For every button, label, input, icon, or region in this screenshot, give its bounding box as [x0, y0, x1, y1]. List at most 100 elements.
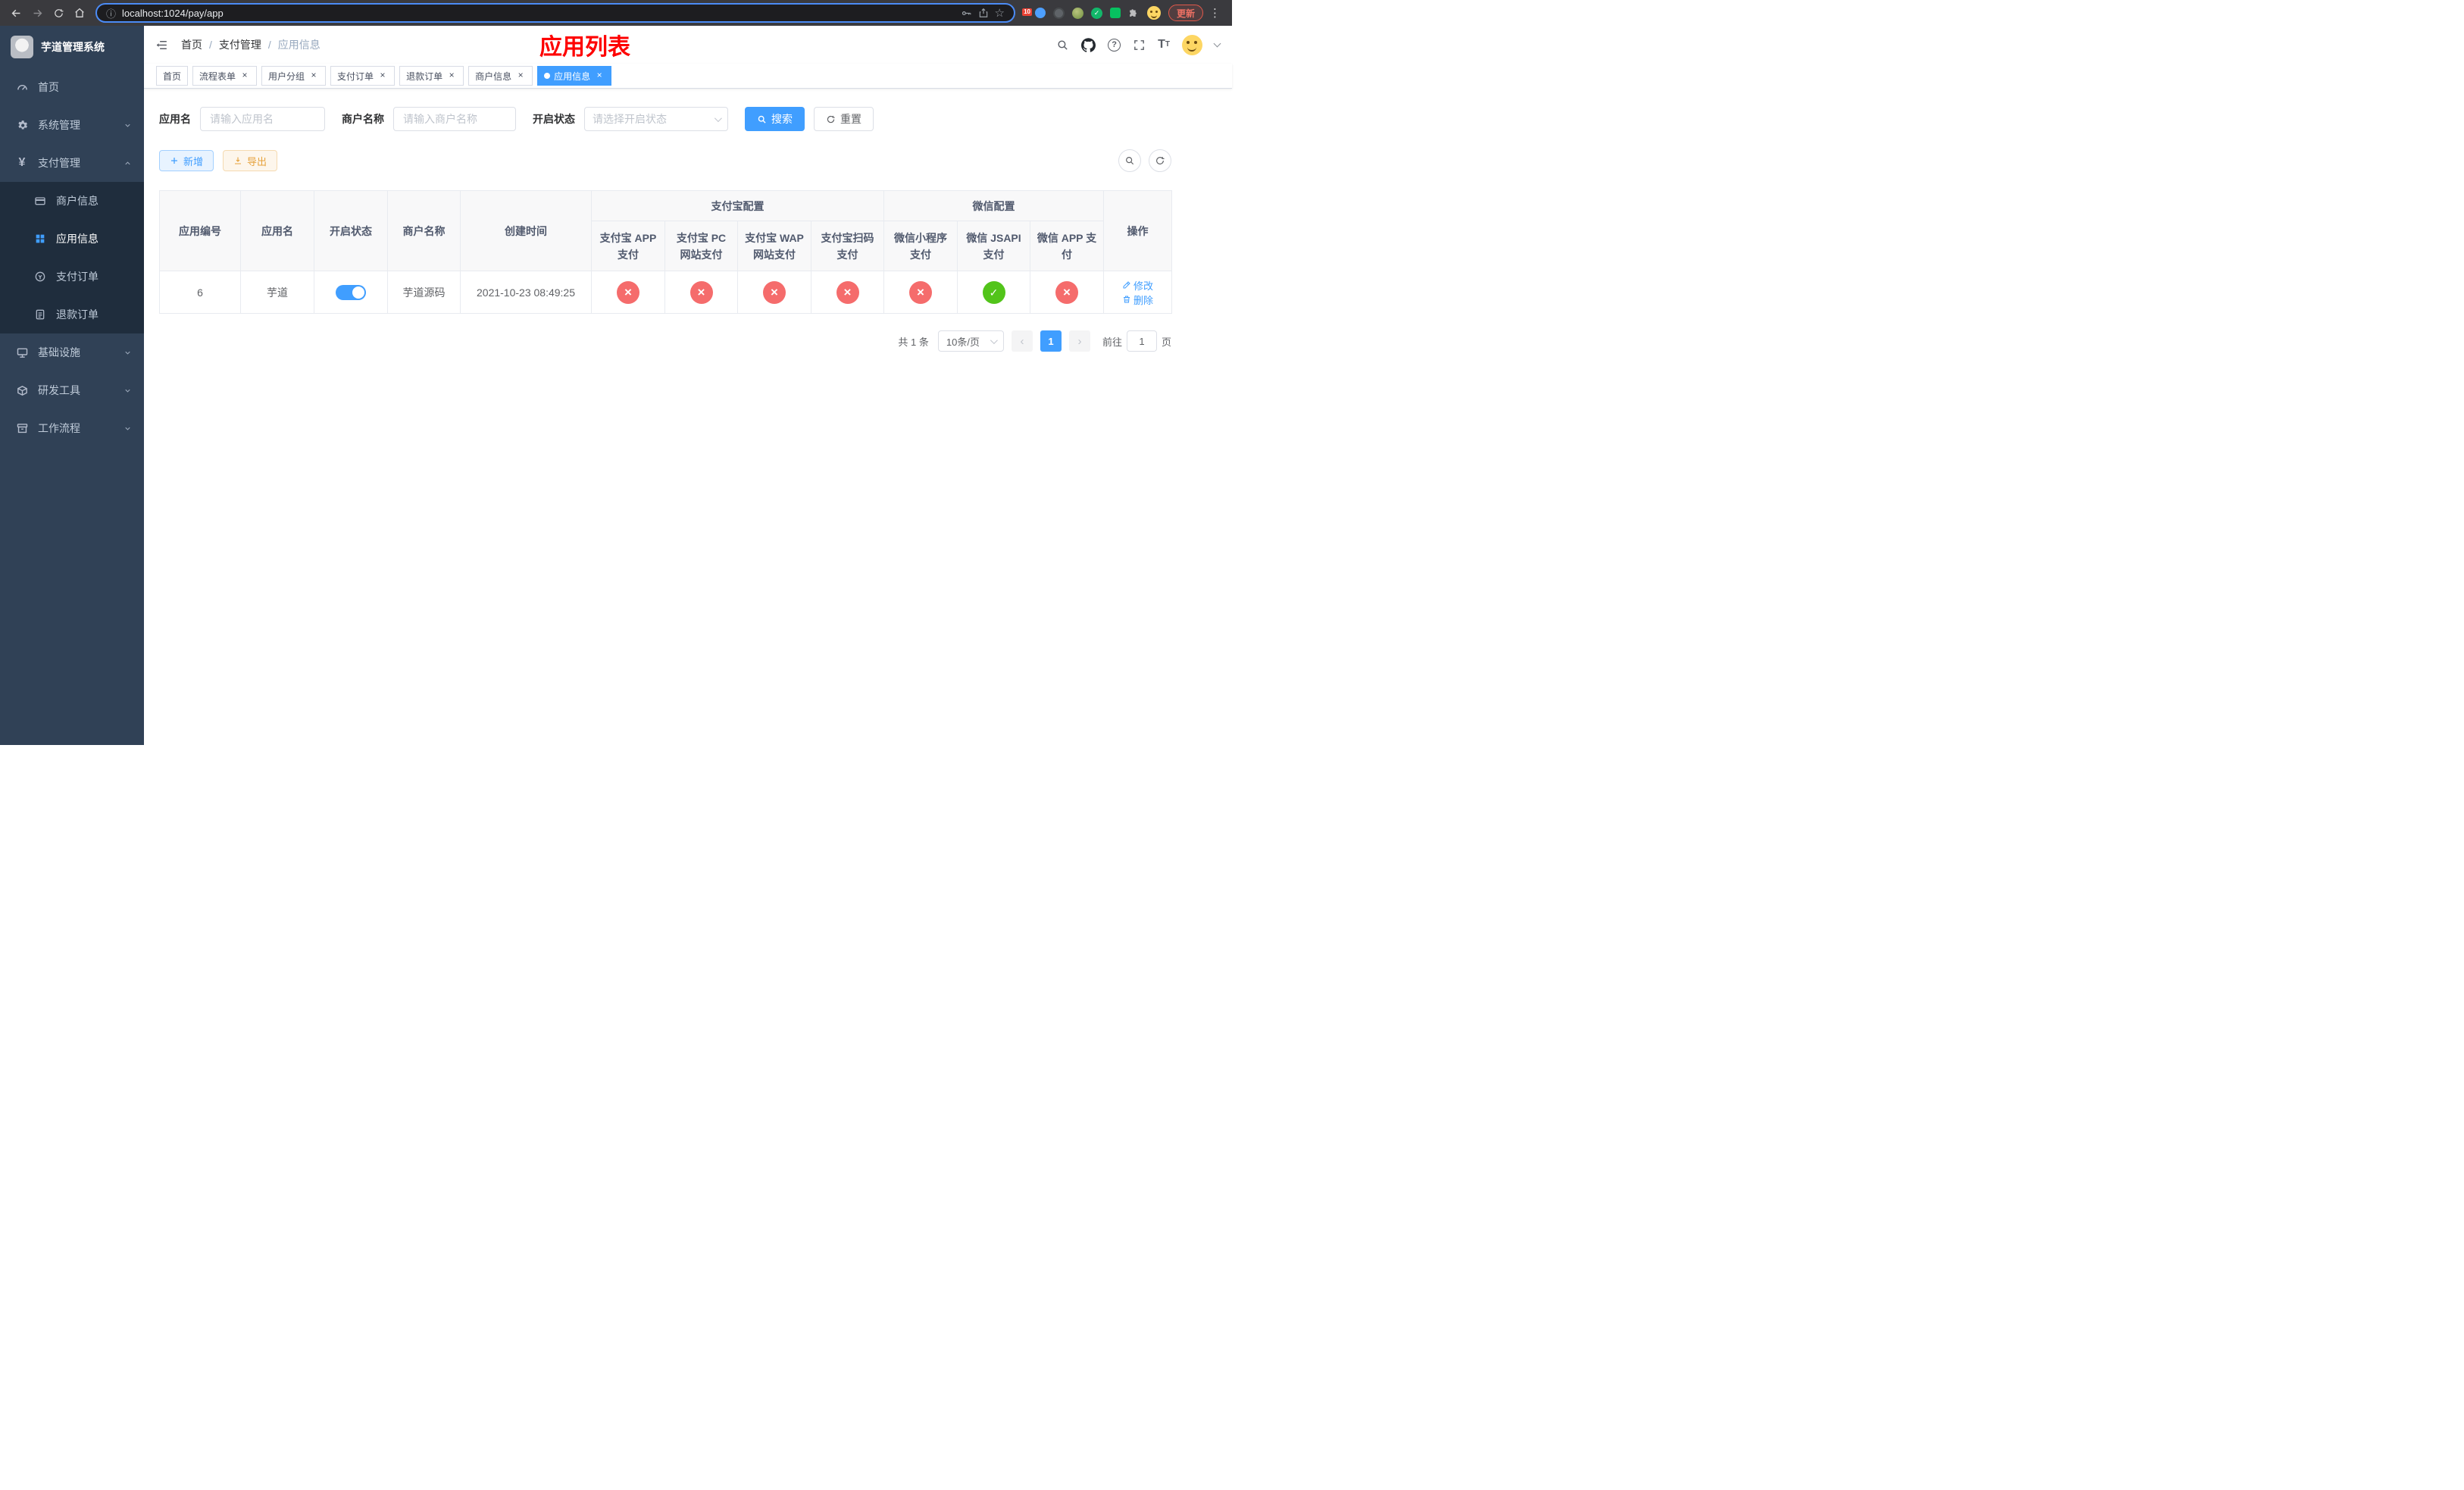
search-icon[interactable]	[1056, 39, 1069, 52]
header-actions: ? TT	[1056, 34, 1221, 55]
bookmark-star-icon[interactable]: ☆	[995, 6, 1005, 20]
sidebar-item-payment[interactable]: ¥ 支付管理	[0, 144, 144, 182]
sidebar-item-label: 支付订单	[56, 271, 98, 283]
extension-drop-icon[interactable]	[1034, 8, 1046, 18]
add-button[interactable]: 新增	[159, 150, 214, 171]
user-avatar[interactable]	[1182, 34, 1202, 55]
cell-created: 2021-10-23 08:49:25	[460, 271, 592, 314]
browser-extensions: 10 ✓	[1021, 6, 1167, 20]
export-button[interactable]: 导出	[223, 150, 278, 171]
sidebar-item-workflow[interactable]: 工作流程	[0, 409, 144, 447]
tab-merchant-info[interactable]: 商户信息 ×	[468, 66, 533, 86]
help-icon[interactable]: ?	[1108, 38, 1121, 52]
fullscreen-icon[interactable]	[1133, 39, 1146, 52]
content-area: 应用名 商户名称 开启状态 请选择开启状态 搜索	[144, 89, 1232, 352]
chevron-down-icon	[124, 349, 132, 357]
avatar-chevron-icon[interactable]	[1213, 39, 1221, 48]
url-text[interactable]: localhost:1024/pay/app	[122, 8, 955, 19]
page-number-button[interactable]: 1	[1040, 330, 1062, 352]
credit-card-icon	[33, 195, 47, 207]
next-page-button[interactable]: ›	[1068, 330, 1090, 352]
tab-close-icon[interactable]: ×	[239, 70, 250, 81]
col-header-alipay-pc: 支付宝 PC 网站支付	[664, 221, 738, 271]
forward-arrow-icon	[33, 9, 42, 17]
tab-app-info[interactable]: 应用信息 ×	[537, 66, 612, 86]
sidebar-item-dev-tools[interactable]: 研发工具	[0, 371, 144, 409]
tab-process-form[interactable]: 流程表单 ×	[192, 66, 258, 86]
refresh-icon	[827, 115, 835, 123]
dashboard-icon	[15, 81, 29, 94]
status-toggle[interactable]	[336, 284, 366, 300]
status-select[interactable]: 请选择开启状态	[584, 107, 728, 131]
tab-close-icon[interactable]: ×	[308, 70, 319, 81]
browser-menu-icon[interactable]: ⋮	[1205, 6, 1226, 20]
sidebar-item-infrastructure[interactable]: 基础设施	[0, 333, 144, 371]
col-header-alipay-wap: 支付宝 WAP 网站支付	[737, 221, 811, 271]
sidebar-item-payment-order[interactable]: 支付订单	[0, 258, 144, 296]
sidebar-item-app-info[interactable]: 应用信息	[0, 220, 144, 258]
password-key-icon[interactable]	[961, 8, 972, 19]
sidebar-item-refund-order[interactable]: 退款订单	[0, 296, 144, 333]
site-info-icon[interactable]: ⓘ	[106, 6, 116, 20]
merchant-name-input[interactable]	[393, 107, 516, 131]
extension-avatar-icon[interactable]	[1071, 7, 1083, 19]
tab-close-icon[interactable]: ×	[446, 70, 457, 81]
breadcrumb-payment[interactable]: 支付管理	[219, 37, 261, 52]
config-status-icon	[836, 280, 859, 304]
chevron-down-icon	[714, 114, 722, 122]
sidebar-item-home[interactable]: 首页	[0, 68, 144, 106]
tab-close-icon[interactable]: ×	[594, 70, 605, 81]
font-size-icon[interactable]: TT	[1158, 39, 1170, 51]
sidebar-item-merchant-info[interactable]: 商户信息	[0, 182, 144, 220]
col-header-wechat-jsapi: 微信 JSAPI 支付	[957, 221, 1030, 271]
refresh-icon	[1156, 157, 1165, 164]
app-name-input[interactable]	[200, 107, 325, 131]
page-header: 首页 / 支付管理 / 应用信息 应用列表 ? TT	[144, 26, 1232, 64]
grid-icon	[33, 233, 47, 245]
edit-link[interactable]: 修改	[1122, 278, 1153, 293]
refresh-table-button[interactable]	[1149, 149, 1171, 172]
profile-avatar-icon[interactable]	[1146, 6, 1161, 20]
extension-check-icon[interactable]: ✓	[1090, 7, 1102, 19]
prev-page-button[interactable]: ‹	[1011, 330, 1033, 352]
sidebar-collapse-icon[interactable]	[155, 38, 169, 52]
home-icon	[75, 8, 84, 17]
filter-form: 应用名 商户名称 开启状态 请选择开启状态 搜索	[159, 107, 1171, 131]
browser-reload-button[interactable]	[48, 3, 68, 23]
breadcrumb: 首页 / 支付管理 / 应用信息	[181, 37, 321, 52]
browser-address-bar[interactable]: ⓘ localhost:1024/pay/app ☆	[95, 3, 1015, 23]
toggle-search-button[interactable]	[1118, 149, 1141, 172]
extensions-puzzle-icon[interactable]	[1128, 8, 1140, 19]
pagination-goto: 前往 页	[1102, 330, 1171, 352]
page-size-value: 10条/页	[946, 336, 980, 348]
github-icon[interactable]	[1081, 37, 1096, 52]
breadcrumb-home[interactable]: 首页	[181, 37, 202, 52]
browser-forward-button[interactable]	[27, 3, 47, 23]
tab-home[interactable]: 首页	[156, 66, 189, 86]
page-size-select[interactable]: 10条/页	[937, 330, 1004, 352]
config-status-icon	[1055, 280, 1078, 304]
chevron-up-icon	[124, 159, 132, 167]
delete-link[interactable]: 删除	[1122, 293, 1153, 307]
tab-close-icon[interactable]: ×	[377, 70, 388, 81]
app-logo[interactable]: 芋道管理系统	[0, 26, 144, 68]
sidebar-item-system[interactable]: 系统管理	[0, 106, 144, 144]
browser-home-button[interactable]	[70, 3, 89, 23]
browser-update-button[interactable]: 更新	[1168, 5, 1203, 21]
extension-dark-icon[interactable]	[1052, 7, 1065, 19]
search-button[interactable]: 搜索	[745, 107, 805, 131]
config-status-icon	[909, 280, 932, 304]
payment-submenu: 商户信息 应用信息 支付订单 退款订单	[0, 182, 144, 333]
tab-payment-order[interactable]: 支付订单 ×	[330, 66, 396, 86]
reset-button[interactable]: 重置	[814, 107, 874, 131]
extension-wechat-icon[interactable]	[1109, 8, 1121, 18]
cell-alipay-qr	[811, 271, 884, 314]
tab-close-icon[interactable]: ×	[515, 70, 526, 81]
table-tools	[1118, 149, 1171, 172]
tab-refund-order[interactable]: 退款订单 ×	[399, 66, 464, 86]
add-button-label: 新增	[183, 155, 204, 167]
tab-user-group[interactable]: 用户分组 ×	[261, 66, 327, 86]
share-icon[interactable]	[978, 8, 989, 18]
goto-page-input[interactable]	[1126, 330, 1157, 352]
browser-back-button[interactable]	[6, 3, 26, 23]
